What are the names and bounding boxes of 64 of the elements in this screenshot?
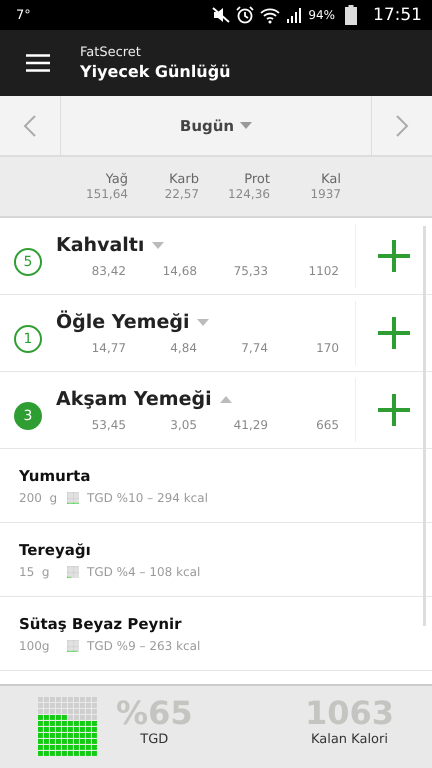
food-summary: TGD %9 – 263 kcal (87, 638, 200, 652)
food-amount: 100g (19, 638, 51, 652)
nutrient-total: 151,64 (86, 187, 128, 201)
chevron-left-icon[interactable] (23, 114, 37, 138)
progress-grid-icon (67, 492, 79, 504)
temperature: 7° (16, 8, 31, 22)
meal-value: 53,45 (90, 418, 126, 432)
food-entry[interactable]: Sütaş Beyaz Peynir 100g TGD %9 – 263 kcal (0, 597, 432, 671)
meal-value: 83,42 (90, 264, 126, 278)
remaining-calories-label: Kalan Kalori (310, 732, 388, 746)
meal-value: 14,68 (162, 264, 197, 278)
nutrient-label: Karb (169, 172, 199, 187)
nutrient-label: Prot (244, 172, 270, 187)
food-entry[interactable]: Tereyağı 15 g TGD %4 – 108 kcal (0, 523, 432, 597)
meal-value: 14,77 (90, 341, 126, 355)
meal-value: 1102 (307, 264, 339, 278)
menu-icon[interactable] (26, 54, 50, 72)
meal-value: 3,05 (169, 418, 197, 432)
nutrient-total: 1937 (310, 187, 341, 201)
meal-value: 41,29 (232, 418, 268, 432)
add-icon[interactable] (378, 394, 410, 426)
meal-name[interactable]: Kahvaltı (56, 234, 144, 256)
meal-value: 75,33 (232, 264, 268, 278)
meal-value: 4,84 (169, 341, 197, 355)
meal-name[interactable]: Akşam Yemeği (56, 388, 212, 410)
meal-value: 665 (315, 418, 339, 432)
progress-grid-icon (67, 640, 79, 652)
mute-icon (212, 7, 230, 23)
alarm-icon (236, 6, 254, 24)
item-count-badge: 3 (14, 402, 42, 430)
food-summary: TGD %10 – 294 kcal (87, 490, 208, 504)
item-count-badge: 1 (14, 325, 42, 353)
food-summary: TGD %4 – 108 kcal (87, 564, 200, 578)
meal-name[interactable]: Öğle Yemeği (56, 311, 190, 333)
food-amount: 200 g (19, 490, 58, 504)
chevron-right-icon[interactable] (395, 114, 409, 138)
app-name: FatSecret (80, 45, 142, 60)
meal-value: 170 (315, 341, 339, 355)
food-name: Tereyağı (19, 540, 92, 558)
caret-icon[interactable] (152, 242, 164, 248)
food-name: Sütaş Beyaz Peynir (19, 614, 183, 632)
battery-icon (345, 5, 357, 25)
signal-icon (286, 7, 302, 23)
meal-value: 7,74 (240, 341, 268, 355)
nutrient-total: 124,36 (228, 187, 270, 201)
caret-icon[interactable] (220, 396, 232, 402)
clock: 17:51 (373, 5, 422, 25)
food-entry[interactable]: Yumurta 200 g TGD %10 – 294 kcal (0, 449, 432, 523)
item-count-badge: 5 (14, 248, 42, 276)
food-name: Yumurta (19, 466, 92, 484)
nutrient-label: Yağ (106, 172, 128, 187)
daily-value-label: TGD (140, 732, 168, 746)
caret-icon[interactable] (240, 122, 252, 129)
progress-grid-icon (38, 697, 98, 757)
caret-icon[interactable] (197, 318, 210, 326)
nutrient-total: 22,57 (164, 187, 199, 201)
progress-grid-icon (67, 566, 79, 578)
add-icon[interactable] (378, 317, 410, 349)
screen-title: Yiyecek Günlüğü (80, 62, 231, 81)
wifi-icon (260, 6, 280, 24)
add-icon[interactable] (378, 240, 410, 272)
battery-level: 94% (308, 8, 335, 22)
nutrient-label: Kal (321, 172, 341, 187)
food-amount: 15 g (19, 564, 51, 578)
